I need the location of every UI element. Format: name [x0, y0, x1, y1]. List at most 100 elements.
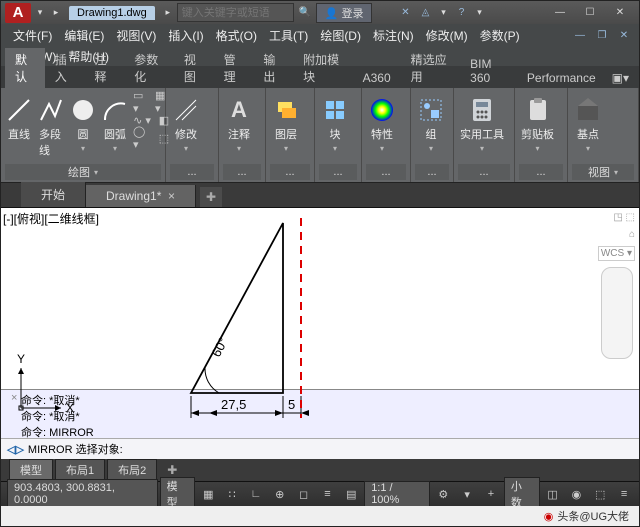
ribbon-tab-parametric[interactable]: 参数化 [124, 48, 174, 88]
menu-file[interactable]: 文件(F) [7, 25, 58, 46]
doc-close-button[interactable]: ✕ [615, 27, 633, 43]
block-label: 块 [330, 126, 341, 142]
navigation-bar[interactable] [601, 267, 633, 359]
search-icon[interactable]: 🔍 [296, 5, 314, 21]
command-history[interactable]: × 命令: *取消* 命令: *取消* 命令: MIRROR [1, 389, 639, 438]
arc-button[interactable]: 圆弧▾ [101, 94, 129, 155]
menu-param[interactable]: 参数(P) [474, 25, 526, 46]
panel-util-title: ... [458, 164, 510, 180]
block-button[interactable]: 块▾ [319, 94, 351, 155]
group-button[interactable]: 组▾ [415, 94, 447, 155]
ribbon-tab-addins[interactable]: 附加模块 [293, 48, 353, 88]
a360-dropdown[interactable]: ▾ [436, 6, 450, 20]
minimize-button[interactable]: — [545, 3, 575, 23]
tab-drawing1[interactable]: Drawing1* × [86, 185, 196, 207]
lwt-icon[interactable]: ≡ [317, 485, 339, 503]
ribbon-tab-featured[interactable]: 精选应用 [401, 48, 461, 88]
ribbon-tab-performance[interactable]: Performance [517, 68, 606, 88]
menu-tools[interactable]: 工具(T) [263, 25, 314, 46]
panel-draw-title[interactable]: 绘图▾ [5, 164, 161, 180]
properties-button[interactable]: 特性▾ [366, 94, 398, 155]
isolate-icon[interactable]: ◉ [566, 485, 588, 503]
circle-button[interactable]: 圆▾ [69, 94, 97, 155]
drawing-canvas[interactable]: [-][俯视][二维线框] ◳ ⬚ ⌂ WCS ▾ X Y 60° [1, 208, 639, 389]
tab-start[interactable]: 开始 [21, 182, 86, 207]
menu-dim[interactable]: 标注(N) [367, 25, 420, 46]
doc-minimize-button[interactable]: — [571, 27, 589, 43]
snap-icon[interactable]: ∷ [221, 485, 243, 503]
nav-home-icon[interactable]: ⌂ [629, 229, 635, 240]
custom-icon[interactable]: ≡ [613, 485, 635, 503]
help-icon[interactable]: ? [452, 5, 470, 21]
tab-new-button[interactable]: ✚ [200, 187, 222, 207]
close-button[interactable]: ✕ [605, 3, 635, 23]
polyline-button[interactable]: 多段线 [37, 94, 65, 160]
layout-tab-layout1[interactable]: 布局1 [55, 459, 105, 481]
menu-insert[interactable]: 插入(I) [162, 25, 209, 46]
tab-close-icon[interactable]: × [168, 189, 175, 203]
ribbon-tab-insert[interactable]: 插入 [45, 48, 85, 88]
ribbon-tab-view[interactable]: 视图 [174, 48, 214, 88]
layout-tab-layout2[interactable]: 布局2 [107, 459, 157, 481]
cmd-close-icon[interactable]: × [11, 392, 17, 404]
sign-in-button[interactable]: 👤 登录 [316, 3, 373, 23]
polyline-label: 多段线 [39, 126, 63, 158]
more-icon[interactable]: ▾ [456, 485, 478, 503]
menu-edit[interactable]: 编辑(E) [58, 25, 110, 46]
status-zoom[interactable]: 1:1 / 100% [364, 481, 430, 507]
title-document: Drawing1.dwg [69, 6, 155, 20]
a360-icon[interactable]: ◬ [416, 5, 434, 21]
command-line[interactable]: ◁▷ MIRROR 选择对象: [1, 438, 639, 459]
svg-text:Y: Y [17, 352, 25, 366]
annotate-button[interactable]: A 注释▾ [223, 94, 255, 155]
clipboard-button[interactable]: 剪贴板▾ [519, 94, 556, 155]
layer-button[interactable]: 图层▾ [270, 94, 302, 155]
ribbon-tab-a360[interactable]: A360 [353, 68, 401, 88]
line-label: 直线 [8, 126, 30, 142]
command-text: MIRROR 选择对象: [28, 441, 123, 457]
help-dropdown[interactable]: ▾ [472, 6, 486, 20]
layout-add-button[interactable]: ✚ [159, 463, 185, 477]
doc-restore-button[interactable]: ❐ [593, 27, 611, 43]
exchange-icon[interactable]: ✕ [396, 5, 414, 21]
panel-layer-title: ... [270, 164, 310, 180]
ribbon-tab-bim360[interactable]: BIM 360 [460, 54, 517, 88]
ribbon-tab-output[interactable]: 输出 [253, 48, 293, 88]
layer-label: 图层 [275, 126, 297, 142]
ribbon-tab-annotate[interactable]: 注释 [85, 48, 125, 88]
add-icon[interactable]: + [480, 485, 502, 503]
layout-tab-model[interactable]: 模型 [9, 459, 53, 481]
title-menu-arrow[interactable]: ▸ [161, 6, 175, 20]
ortho-icon[interactable]: ∟ [245, 485, 267, 503]
utilities-button[interactable]: 实用工具▾ [458, 94, 506, 155]
sign-in-label: 登录 [341, 8, 363, 20]
menu-view[interactable]: 视图(V) [110, 25, 162, 46]
osnap-icon[interactable]: ◻ [293, 485, 315, 503]
line-button[interactable]: 直线 [5, 94, 33, 144]
modify-button[interactable]: 修改▾ [170, 94, 202, 155]
qat-dropdown[interactable]: ▾ [33, 6, 47, 20]
ribbon-tab-manage[interactable]: 管理 [214, 48, 254, 88]
maximize-button[interactable]: ☐ [575, 3, 605, 23]
clean-icon[interactable]: ◫ [542, 485, 564, 503]
help-search[interactable] [177, 3, 294, 22]
ribbon-tab-default[interactable]: 默认 [5, 48, 45, 88]
hardware-icon[interactable]: ⬚ [589, 485, 611, 503]
menu-modify[interactable]: 修改(M) [420, 25, 474, 46]
ellipse-icon[interactable]: ◯ ▾ [133, 130, 151, 146]
gear-icon[interactable]: ⚙ [432, 485, 454, 503]
polar-icon[interactable]: ⊕ [269, 485, 291, 503]
grid-icon[interactable]: ▦ [197, 485, 219, 503]
status-coords[interactable]: 903.4803, 300.8831, 0.0000 [7, 479, 158, 509]
qat-arrow[interactable]: ▸ [49, 6, 63, 20]
basepoint-button[interactable]: 基点▾ [572, 94, 604, 155]
menu-format[interactable]: 格式(O) [210, 25, 263, 46]
menu-draw[interactable]: 绘图(D) [314, 25, 367, 46]
panel-modify-title: ... [170, 164, 214, 180]
ribbon-tab-overflow[interactable]: ▣▾ [606, 68, 635, 88]
app-logo[interactable]: A [5, 3, 31, 23]
panel-view-title[interactable]: 视图▾ [572, 164, 634, 180]
help-search-input[interactable] [178, 7, 293, 19]
rect-icon[interactable]: ▭ ▾ [133, 94, 151, 110]
transparency-icon[interactable]: ▤ [340, 485, 362, 503]
